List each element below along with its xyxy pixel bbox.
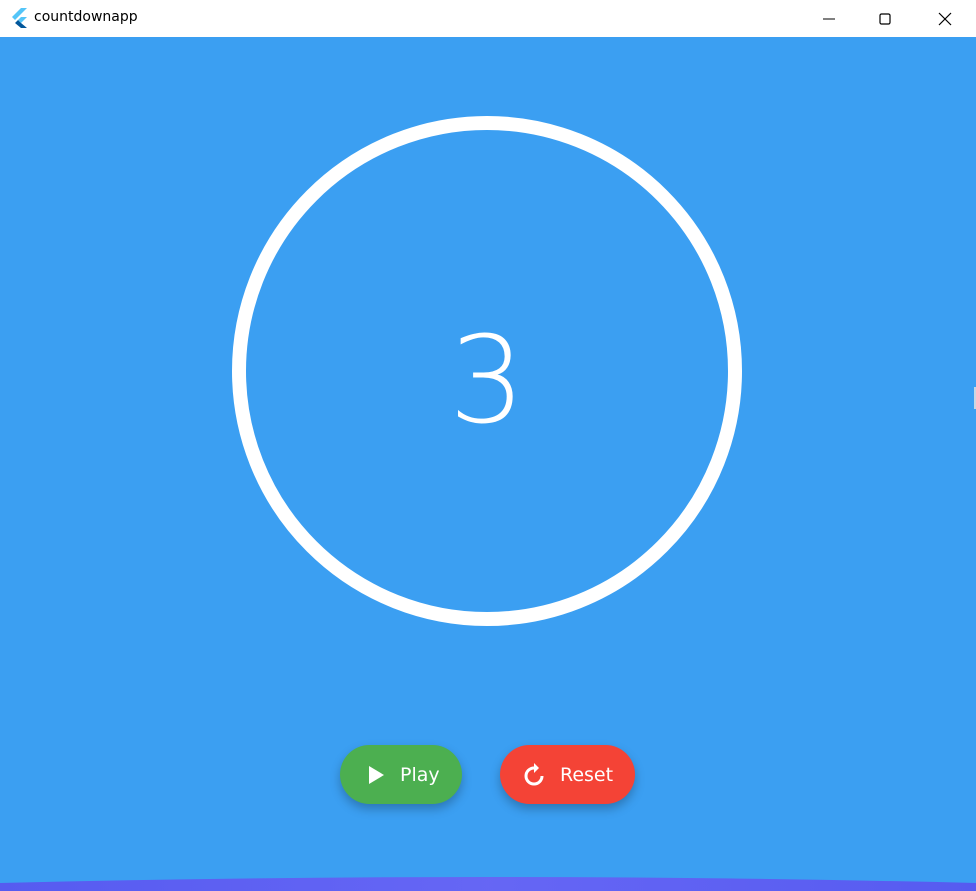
play-button-label: Play <box>400 763 440 786</box>
title-bar[interactable]: countdownapp <box>0 0 976 37</box>
refresh-icon <box>522 762 546 787</box>
app-window: countdownapp 3 Play Reset <box>0 0 976 891</box>
maximize-button[interactable] <box>862 0 908 37</box>
minimize-button[interactable] <box>806 0 852 37</box>
bottom-accent-glow <box>0 877 976 891</box>
close-icon <box>938 12 952 25</box>
play-icon <box>366 765 386 785</box>
play-button[interactable]: Play <box>340 745 462 804</box>
reset-button[interactable]: Reset <box>500 745 635 804</box>
close-button[interactable] <box>922 0 968 37</box>
reset-button-label: Reset <box>560 763 614 786</box>
countdown-value: 3 <box>448 311 526 451</box>
flutter-logo-icon <box>10 8 28 28</box>
maximize-icon <box>879 12 891 25</box>
minimize-icon <box>823 18 835 19</box>
main-content: 3 Play Reset <box>0 37 976 891</box>
window-title: countdownapp <box>34 9 138 25</box>
